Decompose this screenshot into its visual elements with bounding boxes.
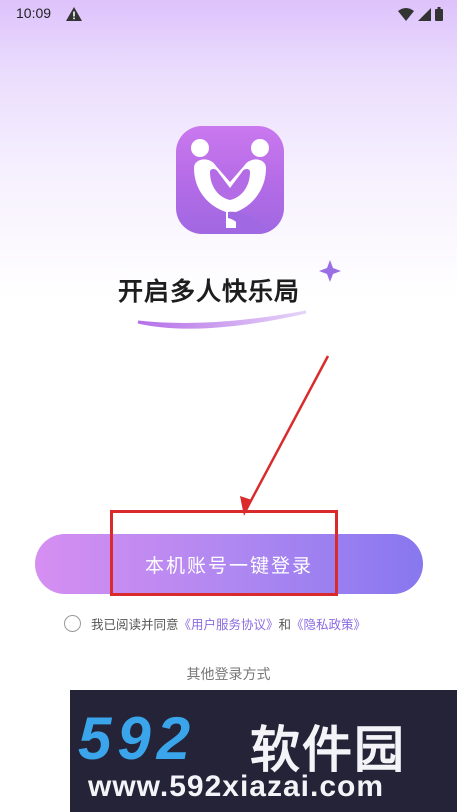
warning-icon: [66, 6, 82, 25]
wifi-icon: [398, 6, 414, 25]
slogan-text: 开启多人快乐局: [118, 277, 301, 306]
agreement-conjunction: 和: [278, 616, 292, 632]
app-logo-icon: [176, 126, 284, 234]
other-login-methods-link[interactable]: 其他登录方式: [0, 664, 457, 684]
agreement-prefix: 我已阅读并同意: [91, 616, 179, 632]
watermark-url: www.592xiazai.com: [88, 770, 385, 803]
status-bar: 10:09: [0, 0, 457, 28]
agreement-row: 我已阅读并同意 《用户服务协议》 和 《隐私政策》: [64, 612, 366, 634]
one-click-login-button[interactable]: 本机账号一键登录: [35, 534, 423, 594]
battery-icon: [435, 6, 443, 25]
status-icons: [398, 6, 443, 25]
one-click-login-label: 本机账号一键登录: [144, 554, 313, 577]
privacy-policy-link[interactable]: 《隐私政策》: [291, 614, 366, 633]
watermark: 592 软件园 www.592xiazai.com: [70, 690, 457, 812]
agree-checkbox[interactable]: [64, 614, 81, 632]
signal-icon: [418, 6, 431, 25]
slogan: 开启多人快乐局: [110, 258, 350, 338]
user-agreement-link[interactable]: 《用户服务协议》: [179, 614, 279, 633]
status-time: 10:09: [16, 5, 52, 21]
watermark-number: 592: [78, 705, 197, 772]
